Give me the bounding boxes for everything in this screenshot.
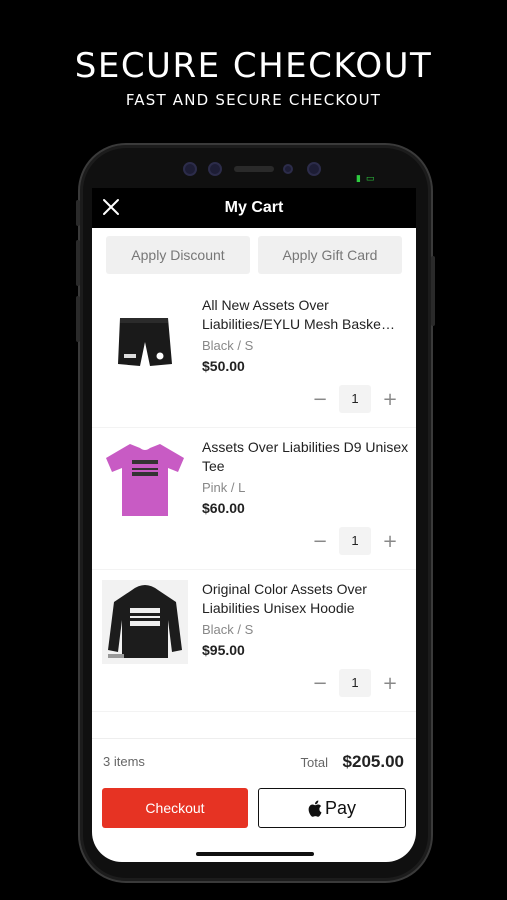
phone-side-button (431, 256, 435, 326)
item-name[interactable]: Assets Over Liabilities D9 Unisex Tee (202, 438, 410, 476)
product-image-shorts[interactable] (102, 296, 188, 380)
apply-gift-card-button[interactable]: Apply Gift Card (258, 236, 402, 274)
phone-side-button (76, 240, 80, 286)
item-variant: Pink / L (202, 480, 246, 495)
item-price: $95.00 (202, 642, 245, 658)
item-variant: Black / S (202, 622, 254, 637)
decrement-button[interactable]: − (310, 389, 330, 410)
quantity-field[interactable]: 1 (339, 527, 371, 555)
earpiece-speaker (234, 166, 274, 172)
increment-button[interactable]: + (380, 389, 400, 410)
total-label: Total (300, 755, 328, 770)
quantity-stepper: − 1 + (310, 669, 400, 697)
increment-button[interactable]: + (380, 531, 400, 552)
quantity-stepper: − 1 + (310, 527, 400, 555)
nav-bar: My Cart (92, 188, 416, 228)
cart-summary: 3 items Total $205.00 (92, 738, 416, 780)
item-name-text: All New Assets Over Liabilities/EYLU Mes… (202, 297, 395, 332)
quantity-field[interactable]: 1 (339, 385, 371, 413)
quantity-stepper: − 1 + (310, 385, 400, 413)
apple-icon (308, 800, 322, 817)
item-name[interactable]: Original Color Assets Over Liabilities U… (202, 580, 410, 618)
cart-item: Assets Over Liabilities D9 Unisex Tee Pi… (92, 428, 416, 570)
checkout-actions: Checkout Pay (102, 788, 406, 828)
item-price: $60.00 (202, 500, 245, 516)
battery-icon: ▮ ▭ (356, 174, 376, 184)
app-screen: My Cart Apply Discount Apply Gift Card A… (92, 188, 416, 862)
cart-item: All New Assets Over Liabilities/EYLU Mes… (92, 286, 416, 428)
decrement-button[interactable]: − (310, 673, 330, 694)
cart-items: All New Assets Over Liabilities/EYLU Mes… (92, 286, 416, 712)
hero-subtitle: FAST AND SECURE CHECKOUT (125, 91, 382, 109)
front-sensor (283, 164, 293, 174)
item-name[interactable]: All New Assets Over Liabilities/EYLU Mes… (202, 296, 410, 334)
hero-title: SECURE CHECKOUT (74, 46, 433, 86)
checkout-button[interactable]: Checkout (102, 788, 248, 828)
discount-row: Apply Discount Apply Gift Card (106, 236, 402, 274)
product-image-hoodie[interactable] (102, 580, 188, 664)
apple-pay-label: Pay (324, 797, 357, 818)
increment-button[interactable]: + (380, 673, 400, 694)
home-indicator (196, 852, 314, 856)
phone-side-button (76, 296, 80, 342)
item-variant: Black / S (202, 338, 254, 353)
product-image-tee[interactable] (102, 438, 188, 522)
front-sensor (208, 162, 222, 176)
front-sensor (307, 162, 321, 176)
page-title: My Cart (224, 199, 284, 216)
cart-item: Original Color Assets Over Liabilities U… (92, 570, 416, 712)
quantity-field[interactable]: 1 (339, 669, 371, 697)
item-count: 3 items (103, 754, 145, 769)
total-value: $205.00 (342, 752, 404, 771)
front-camera (183, 162, 197, 176)
decrement-button[interactable]: − (310, 531, 330, 552)
item-price: $50.00 (202, 358, 245, 374)
phone-side-button (76, 200, 80, 226)
apply-discount-button[interactable]: Apply Discount (106, 236, 250, 274)
apple-pay-button[interactable]: Pay (258, 788, 406, 828)
